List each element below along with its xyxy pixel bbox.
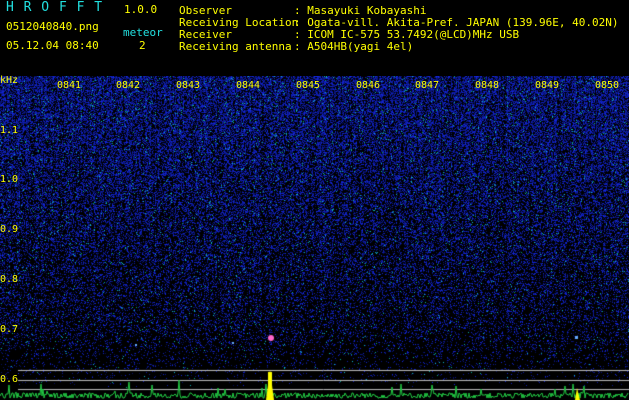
x-tick-label: 0845 [296, 80, 321, 91]
y-tick-label: 1.1 [0, 125, 19, 136]
y-axis-unit: kHz [0, 75, 19, 86]
y-tick-label: 0.7 [0, 324, 19, 335]
x-tick-label: 0843 [176, 80, 201, 91]
x-tick-label: 0841 [57, 80, 82, 91]
x-tick-label: 0844 [236, 80, 261, 91]
info-label-antenna: Receiving antenna [179, 40, 292, 53]
y-tick-label: 0.6 [0, 374, 19, 385]
header-panel: H R O F F T 1.0.0 0512040840.png meteor … [0, 0, 629, 76]
x-tick-label: 0849 [535, 80, 560, 91]
info-value-antenna: : A504HB(yagi 4el) [294, 40, 414, 53]
meteor-label: meteor [123, 26, 163, 39]
x-tick-label: 0847 [415, 80, 440, 91]
app-version: 1.0.0 [124, 3, 158, 16]
x-tick-label: 0850 [595, 80, 620, 91]
x-tick-label: 0842 [116, 80, 141, 91]
meteor-count: 2 [139, 39, 146, 52]
y-tick-label: 0.8 [0, 274, 19, 285]
x-tick-label: 0848 [475, 80, 500, 91]
file-name: 0512040840.png [6, 20, 99, 33]
app-name: H R O F F T [6, 0, 104, 15]
spectrogram [0, 76, 629, 400]
x-tick-label: 0846 [356, 80, 381, 91]
date-time: 05.12.04 08:40 [6, 39, 99, 52]
y-tick-label: 0.9 [0, 224, 19, 235]
y-tick-label: 1.0 [0, 174, 19, 185]
